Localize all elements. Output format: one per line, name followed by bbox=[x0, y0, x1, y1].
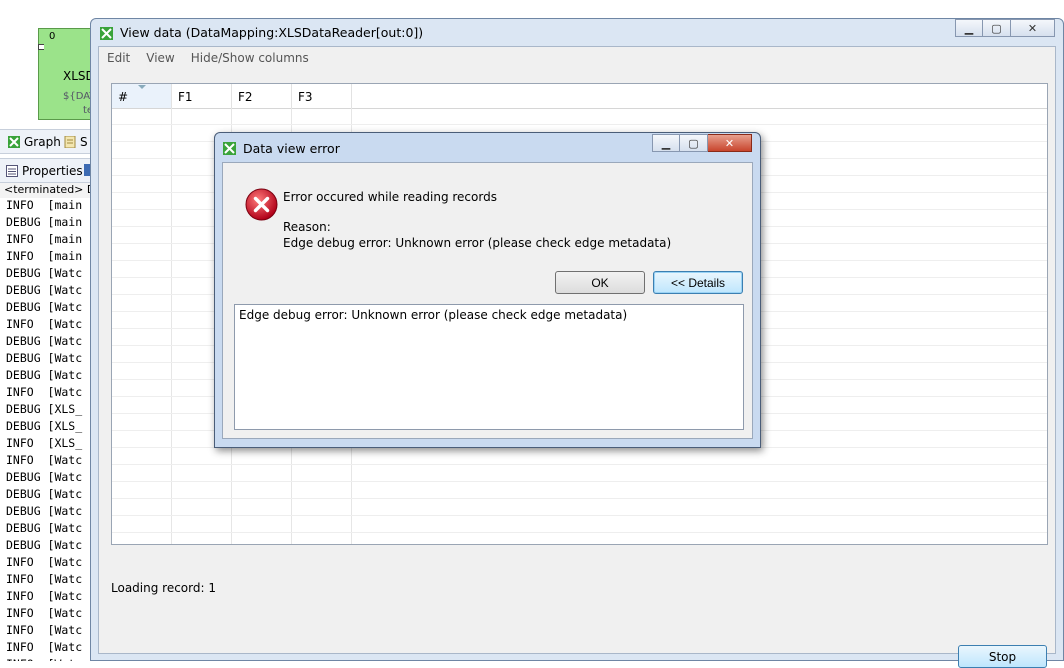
views-tab-bar: Properties bbox=[0, 158, 92, 183]
console-line: INFO [Watc bbox=[6, 640, 83, 654]
clover-app-icon bbox=[223, 142, 236, 155]
properties-icon bbox=[6, 164, 18, 177]
console-line: INFO [Watc bbox=[6, 606, 83, 620]
console-line: INFO [main bbox=[6, 249, 83, 263]
table-row bbox=[112, 516, 1047, 533]
console-line: DEBUG [Watc bbox=[6, 334, 83, 348]
node-input-port[interactable] bbox=[38, 44, 44, 50]
console-line: INFO [Watc bbox=[6, 555, 83, 569]
console-line: DEBUG [Watc bbox=[6, 487, 83, 501]
editor-tab-bar: Graph S bbox=[0, 129, 92, 154]
table-row bbox=[112, 465, 1047, 482]
data-view-error-dialog[interactable]: Data view error ▁ ▢ ✕ Error occured whil… bbox=[214, 132, 761, 448]
grid-header: # F1 F2 F3 bbox=[112, 84, 1047, 109]
dialog-close-button[interactable]: ✕ bbox=[708, 134, 752, 152]
close-icon: ✕ bbox=[724, 136, 735, 150]
menu-bar: Edit View Hide/Show columns bbox=[99, 47, 1055, 69]
minimize-button[interactable]: ▁ bbox=[955, 19, 983, 37]
console-line: DEBUG [Watc bbox=[6, 351, 83, 365]
console-line: INFO [XLS_ bbox=[6, 436, 83, 450]
dialog-minimize-button[interactable]: ▁ bbox=[652, 134, 680, 152]
details-text-area[interactable]: Edge debug error: Unknown error (please … bbox=[234, 304, 744, 430]
dialog-maximize-button[interactable]: ▢ bbox=[680, 134, 708, 152]
tab-source-label: S bbox=[80, 134, 88, 149]
console-line: INFO [main bbox=[6, 232, 83, 246]
tab-properties-label: Properties bbox=[22, 163, 83, 178]
console-line: INFO [Watc bbox=[6, 385, 83, 399]
column-header-f3[interactable]: F3 bbox=[292, 84, 352, 108]
table-row bbox=[112, 108, 1047, 125]
error-icon bbox=[245, 188, 278, 221]
graph-icon bbox=[8, 135, 20, 148]
reason-label: Reason: bbox=[283, 220, 331, 234]
close-icon: ✕ bbox=[1027, 21, 1038, 35]
dialog-body: Error occured while reading records Reas… bbox=[222, 162, 753, 439]
clover-app-icon bbox=[100, 27, 113, 40]
console-line: INFO [main bbox=[6, 198, 83, 212]
maximize-icon: ▢ bbox=[688, 136, 699, 150]
console-line: INFO [Watc bbox=[0, 656, 92, 661]
console-line: INFO [Watc bbox=[6, 589, 83, 603]
tab-source[interactable]: S bbox=[64, 132, 88, 151]
table-row bbox=[112, 533, 1047, 544]
tab-properties[interactable]: Properties bbox=[6, 161, 83, 180]
stop-button[interactable]: Stop bbox=[958, 645, 1047, 668]
table-row bbox=[112, 499, 1047, 516]
console-line: DEBUG [Watc bbox=[6, 266, 83, 280]
console-line: DEBUG [XLS_ bbox=[6, 402, 83, 416]
console-line: INFO [Watc bbox=[6, 453, 83, 467]
console-line: DEBUG [Watc bbox=[6, 300, 83, 314]
console-header: <terminated> Da bbox=[0, 183, 92, 198]
maximize-button[interactable]: ▢ bbox=[983, 19, 1011, 37]
tab-graph-label: Graph bbox=[24, 134, 61, 149]
console-line: DEBUG [Watc bbox=[6, 470, 83, 484]
error-message: Error occured while reading records bbox=[283, 190, 497, 204]
console-line: INFO [Watc bbox=[6, 623, 83, 637]
menu-edit[interactable]: Edit bbox=[99, 51, 138, 65]
maximize-icon: ▢ bbox=[991, 21, 1002, 35]
menu-hide-show-columns[interactable]: Hide/Show columns bbox=[183, 51, 317, 65]
console-line: DEBUG [XLS_ bbox=[6, 419, 83, 433]
ok-button[interactable]: OK bbox=[555, 271, 645, 294]
console-line: INFO [Watc bbox=[6, 317, 83, 331]
console-line: DEBUG [Watc bbox=[6, 283, 83, 297]
reason-text: Edge debug error: Unknown error (please … bbox=[283, 236, 672, 250]
node-record-count: 0 bbox=[49, 31, 56, 42]
console-line: DEBUG [Watc bbox=[6, 538, 83, 552]
minimize-icon: ▁ bbox=[661, 136, 671, 150]
dialog-title: Data view error bbox=[243, 141, 340, 156]
console-line: DEBUG [Watc bbox=[6, 368, 83, 382]
console-line: DEBUG [Watc bbox=[6, 521, 83, 535]
console-output[interactable]: INFO [main DEBUG [main INFO [main INFO [mai… bbox=[0, 197, 92, 661]
view-data-titlebar[interactable]: View data (DataMapping:XLSDataReader[out… bbox=[91, 19, 1063, 46]
column-header-f1[interactable]: F1 bbox=[172, 84, 232, 108]
console-line: DEBUG [main bbox=[6, 215, 83, 229]
console-line: DEBUG [Watc bbox=[6, 504, 83, 518]
tab-graph[interactable]: Graph bbox=[8, 132, 61, 151]
view-data-title: View data (DataMapping:XLSDataReader[out… bbox=[120, 25, 424, 40]
graph-canvas[interactable]: 0 XLSD ${DAT te bbox=[0, 0, 108, 128]
loading-status: Loading record: 1 bbox=[111, 581, 216, 595]
console-line: INFO [Watc bbox=[6, 572, 83, 586]
details-button[interactable]: << Details bbox=[653, 271, 743, 294]
table-row bbox=[112, 482, 1047, 499]
column-header-index[interactable]: # bbox=[112, 84, 172, 108]
column-header-f2[interactable]: F2 bbox=[232, 84, 292, 108]
table-row bbox=[112, 448, 1047, 465]
source-icon bbox=[64, 135, 76, 148]
minimize-icon: ▁ bbox=[964, 21, 974, 35]
close-button[interactable]: ✕ bbox=[1011, 19, 1055, 37]
menu-view[interactable]: View bbox=[138, 51, 182, 65]
